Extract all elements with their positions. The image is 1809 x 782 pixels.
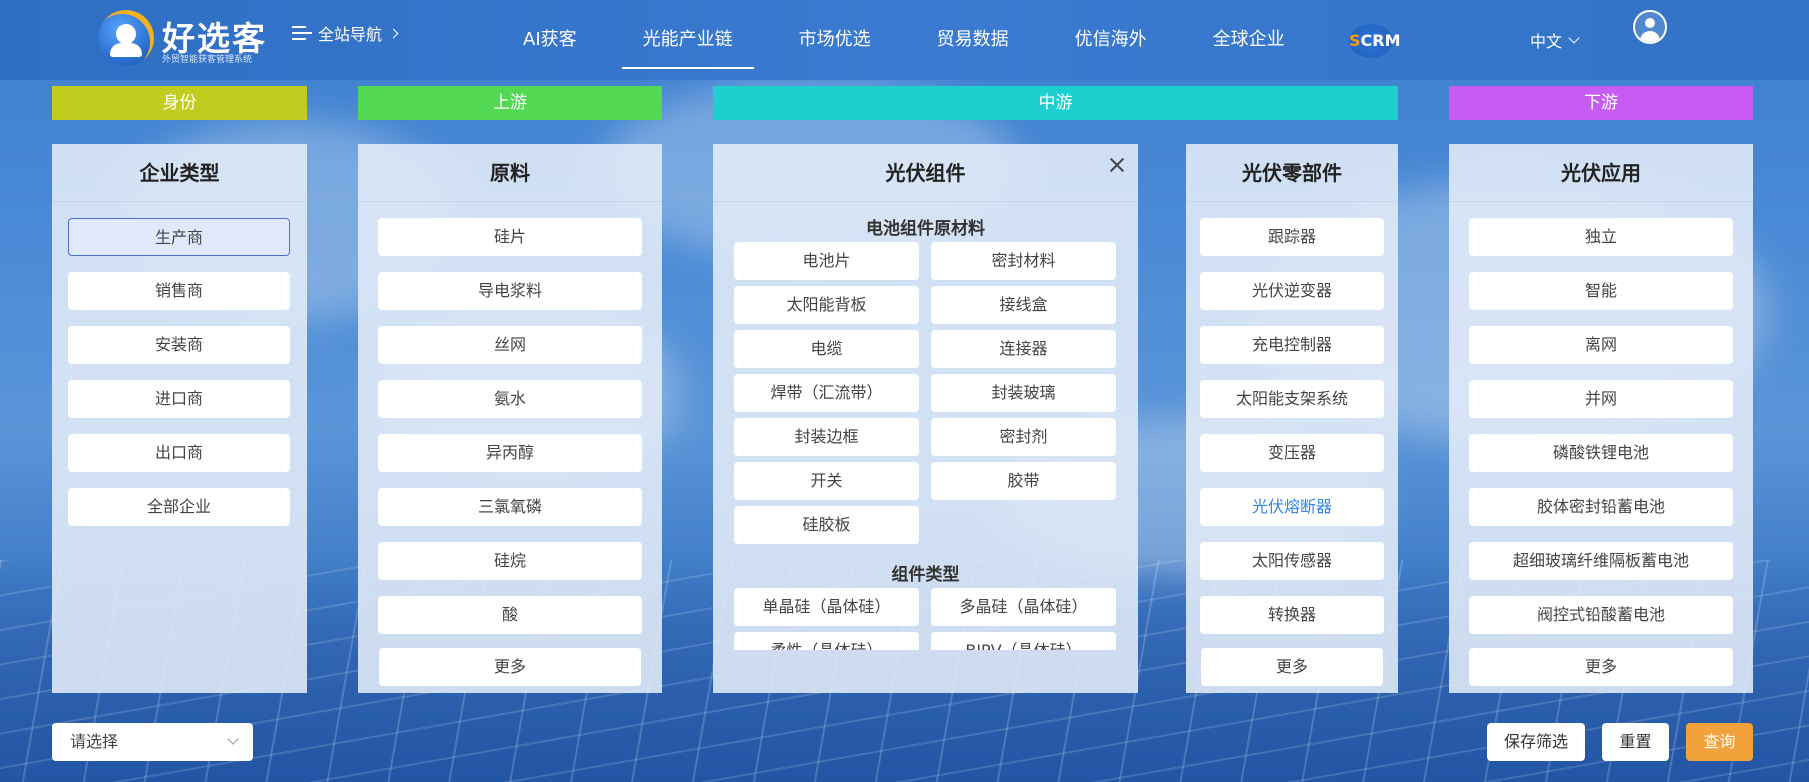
raw-materials-panel: 原料 硅片 导电浆料 丝网 氨水 异丙醇 三氯氧磷 硅烷 酸 更多 bbox=[358, 144, 662, 693]
option-silane[interactable]: 硅烷 bbox=[378, 542, 642, 580]
option-all-enterprises[interactable]: 全部企业 bbox=[68, 488, 290, 526]
option-exporter[interactable]: 出口商 bbox=[68, 434, 290, 472]
scrm-button[interactable]: SCRM bbox=[1349, 24, 1401, 58]
stage-downstream: 下游 bbox=[1449, 86, 1753, 120]
option-agm-battery[interactable]: 超细玻璃纤维隔板蓄电池 bbox=[1469, 542, 1733, 580]
option-flexible[interactable]: 柔性（晶体硅） bbox=[734, 632, 919, 650]
pv-module-scroll-area[interactable]: 电池组件原材料 电池片 密封材料 太阳能背板 接线盒 电缆 连接器 焊带（汇流带… bbox=[713, 202, 1138, 650]
nav-trade-data[interactable]: 贸易数据 bbox=[904, 0, 1042, 70]
menu-icon bbox=[292, 24, 312, 42]
option-sun-sensor[interactable]: 太阳传感器 bbox=[1200, 542, 1384, 580]
option-conductive-paste[interactable]: 导电浆料 bbox=[378, 272, 642, 310]
stage-upstream: 上游 bbox=[358, 86, 662, 120]
more-button[interactable]: 更多 bbox=[379, 648, 641, 686]
nav-market[interactable]: 市场优选 bbox=[766, 0, 904, 70]
scrm-label: CRM bbox=[1360, 31, 1401, 50]
option-on-grid[interactable]: 并网 bbox=[1469, 380, 1733, 418]
option-pocl3[interactable]: 三氯氧磷 bbox=[378, 488, 642, 526]
select-placeholder: 请选择 bbox=[70, 732, 119, 751]
enterprise-type-title: 企业类型 bbox=[52, 144, 307, 202]
option-gel-battery[interactable]: 胶体密封铅蓄电池 bbox=[1469, 488, 1733, 526]
pv-module-panel: 光伏组件 电池组件原材料 电池片 密封材料 太阳能背板 接线盒 电缆 连接器 焊… bbox=[713, 144, 1138, 693]
top-header: 好选客 外贸智能获客管理系统 全站导航 AI获客 光能产业链 市场优选 贸易数据… bbox=[0, 0, 1809, 80]
pv-parts-panel: 光伏零部件 跟踪器 光伏逆变器 充电控制器 太阳能支架系统 变压器 光伏熔断器 … bbox=[1186, 144, 1398, 693]
logo[interactable]: 好选客 外贸智能获客管理系统 bbox=[98, 10, 268, 66]
option-mono[interactable]: 单晶硅（晶体硅） bbox=[734, 588, 919, 626]
site-nav-label: 全站导航 bbox=[318, 25, 383, 44]
chevron-down-icon bbox=[227, 733, 239, 745]
saved-filter-select[interactable]: 请选择 bbox=[52, 723, 253, 761]
option-off-grid[interactable]: 离网 bbox=[1469, 326, 1733, 364]
option-sealing-material[interactable]: 密封材料 bbox=[931, 242, 1116, 280]
option-acid[interactable]: 酸 bbox=[378, 596, 642, 634]
option-pv-fuse[interactable]: 光伏熔断器 bbox=[1200, 488, 1384, 526]
option-seller[interactable]: 销售商 bbox=[68, 272, 290, 310]
pv-applications-panel: 光伏应用 独立 智能 离网 并网 磷酸铁锂电池 胶体密封铅蓄电池 超细玻璃纤维隔… bbox=[1449, 144, 1753, 693]
option-converter[interactable]: 转换器 bbox=[1200, 596, 1384, 634]
logo-subtitle: 外贸智能获客管理系统 bbox=[162, 55, 253, 65]
option-tracker[interactable]: 跟踪器 bbox=[1200, 218, 1384, 256]
option-screen[interactable]: 丝网 bbox=[378, 326, 642, 364]
option-transformer[interactable]: 变压器 bbox=[1200, 434, 1384, 472]
option-lfp-battery[interactable]: 磷酸铁锂电池 bbox=[1469, 434, 1733, 472]
option-frame[interactable]: 封装边框 bbox=[734, 418, 919, 456]
option-bipv[interactable]: BIPV（晶体硅） bbox=[931, 632, 1116, 650]
reset-button[interactable]: 重置 bbox=[1602, 723, 1669, 761]
nav-ai-acquisition[interactable]: AI获客 bbox=[490, 0, 610, 70]
scrm-prefix: S bbox=[1349, 31, 1361, 50]
option-sealant[interactable]: 密封剂 bbox=[931, 418, 1116, 456]
nav-solar-chain[interactable]: 光能产业链 bbox=[610, 0, 766, 70]
more-button[interactable]: 更多 bbox=[1469, 648, 1733, 686]
option-ammonia[interactable]: 氨水 bbox=[378, 380, 642, 418]
stage-midstream: 中游 bbox=[713, 86, 1398, 120]
option-standalone[interactable]: 独立 bbox=[1469, 218, 1733, 256]
pv-parts-title: 光伏零部件 bbox=[1186, 144, 1398, 202]
option-poly[interactable]: 多晶硅（晶体硅） bbox=[931, 588, 1116, 626]
section-title-materials: 电池组件原材料 bbox=[866, 219, 985, 239]
language-select[interactable]: 中文 bbox=[1530, 28, 1580, 52]
more-button[interactable]: 更多 bbox=[1201, 648, 1383, 686]
raw-materials-title: 原料 bbox=[358, 144, 662, 202]
option-ribbon[interactable]: 焊带（汇流带） bbox=[734, 374, 919, 412]
option-cell[interactable]: 电池片 bbox=[734, 242, 919, 280]
main-nav: AI获客 光能产业链 市场优选 贸易数据 优信海外 全球企业 bbox=[490, 0, 1318, 80]
stage-identity: 身份 bbox=[52, 86, 307, 120]
nav-overseas[interactable]: 优信海外 bbox=[1042, 0, 1180, 70]
option-producer[interactable]: 生产商 bbox=[68, 218, 290, 256]
option-isopropanol[interactable]: 异丙醇 bbox=[378, 434, 642, 472]
option-charge-controller[interactable]: 充电控制器 bbox=[1200, 326, 1384, 364]
option-inverter[interactable]: 光伏逆变器 bbox=[1200, 272, 1384, 310]
chevron-right-icon bbox=[388, 28, 399, 38]
site-nav-button[interactable]: 全站导航 bbox=[292, 20, 399, 46]
option-mounting-system[interactable]: 太阳能支架系统 bbox=[1200, 380, 1384, 418]
option-silicone-sheet[interactable]: 硅胶板 bbox=[734, 506, 919, 544]
option-backsheet[interactable]: 太阳能背板 bbox=[734, 286, 919, 324]
query-button[interactable]: 查询 bbox=[1686, 723, 1753, 761]
option-connector[interactable]: 连接器 bbox=[931, 330, 1116, 368]
option-tape[interactable]: 胶带 bbox=[931, 462, 1116, 500]
option-importer[interactable]: 进口商 bbox=[68, 380, 290, 418]
option-smart[interactable]: 智能 bbox=[1469, 272, 1733, 310]
logo-icon bbox=[98, 10, 154, 66]
pv-module-title: 光伏组件 bbox=[713, 144, 1138, 202]
option-wafer[interactable]: 硅片 bbox=[378, 218, 642, 256]
option-cable[interactable]: 电缆 bbox=[734, 330, 919, 368]
option-glass[interactable]: 封装玻璃 bbox=[931, 374, 1116, 412]
option-installer[interactable]: 安装商 bbox=[68, 326, 290, 364]
chevron-down-icon bbox=[1568, 32, 1580, 44]
language-label: 中文 bbox=[1530, 32, 1563, 51]
close-icon[interactable] bbox=[1108, 156, 1126, 174]
option-vrla-battery[interactable]: 阀控式铅酸蓄电池 bbox=[1469, 596, 1733, 634]
save-filter-button[interactable]: 保存筛选 bbox=[1487, 723, 1585, 761]
option-junction-box[interactable]: 接线盒 bbox=[931, 286, 1116, 324]
enterprise-type-panel: 企业类型 生产商 销售商 安装商 进口商 出口商 全部企业 bbox=[52, 144, 307, 693]
nav-global-enterprise[interactable]: 全球企业 bbox=[1180, 0, 1318, 70]
user-avatar-icon[interactable] bbox=[1633, 10, 1667, 44]
option-switch[interactable]: 开关 bbox=[734, 462, 919, 500]
pv-applications-title: 光伏应用 bbox=[1449, 144, 1753, 202]
section-title-module-type: 组件类型 bbox=[891, 565, 960, 585]
